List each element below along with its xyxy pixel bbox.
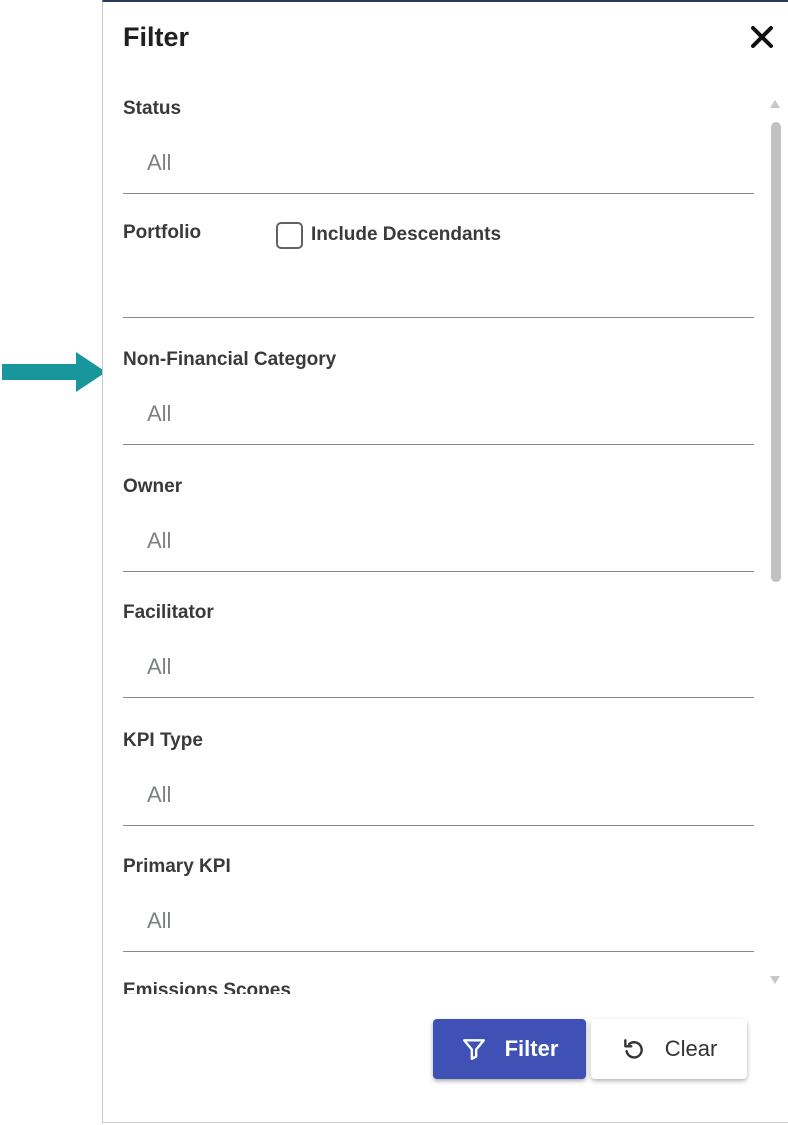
funnel-icon (462, 1039, 485, 1060)
primary-kpi-field: Primary KPI All (123, 856, 754, 956)
include-descendants-toggle[interactable]: Include Descendants (276, 220, 501, 250)
status-select[interactable]: All (147, 150, 171, 176)
facilitator-label: Facilitator (123, 602, 214, 623)
facilitator-field: Facilitator All (123, 602, 754, 702)
include-descendants-label: Include Descendants (311, 224, 502, 245)
facilitator-underline (123, 697, 754, 698)
owner-label: Owner (123, 476, 183, 497)
scroll-up-icon[interactable] (769, 98, 781, 110)
scrollbar[interactable] (767, 94, 783, 994)
filter-panel: Filter Status All Portfolio Include Desc… (102, 0, 788, 1123)
kpi-type-field: KPI Type All (123, 730, 754, 830)
scroll-down-icon[interactable] (769, 974, 781, 986)
status-label: Status (123, 98, 182, 119)
emissions-scopes-label: Emissions Scopes (123, 980, 291, 994)
kpi-type-select[interactable]: All (147, 782, 171, 808)
clear-button-label: Clear (664, 1036, 718, 1061)
non-financial-category-field: Non-Financial Category All (123, 349, 754, 449)
portfolio-underline (123, 317, 754, 318)
owner-select[interactable]: All (147, 528, 171, 554)
non-financial-category-label: Non-Financial Category (123, 349, 337, 370)
status-field: Status All (123, 98, 754, 198)
kpi-type-label: KPI Type (123, 730, 203, 751)
kpi-type-underline (123, 825, 754, 826)
portfolio-field: Portfolio Include Descendants (123, 220, 754, 322)
owner-underline (123, 571, 754, 572)
owner-field: Owner All (123, 476, 754, 576)
arrow-right-icon (2, 352, 106, 392)
portfolio-label: Portfolio (123, 222, 202, 243)
status-underline (123, 193, 754, 194)
filter-button-label: Filter (504, 1036, 559, 1061)
primary-kpi-select[interactable]: All (147, 908, 171, 934)
close-icon[interactable] (747, 22, 777, 52)
page: Filter Status All Portfolio Include Desc… (0, 0, 788, 1125)
facilitator-select[interactable]: All (147, 654, 171, 680)
non-financial-category-underline (123, 444, 754, 445)
primary-kpi-underline (123, 951, 754, 952)
undo-icon (623, 1039, 643, 1059)
filter-form: Status All Portfolio Include Descendants… (103, 90, 788, 994)
portfolio-select[interactable] (147, 274, 707, 302)
primary-kpi-label: Primary KPI (123, 856, 231, 877)
include-descendants-checkbox[interactable] (276, 221, 303, 249)
scrollbar-thumb[interactable] (771, 122, 781, 582)
filter-button[interactable]: Filter (433, 1019, 586, 1079)
non-financial-category-select[interactable]: All (147, 401, 171, 427)
clear-button[interactable]: Clear (591, 1019, 747, 1079)
panel-title: Filter (123, 22, 190, 52)
